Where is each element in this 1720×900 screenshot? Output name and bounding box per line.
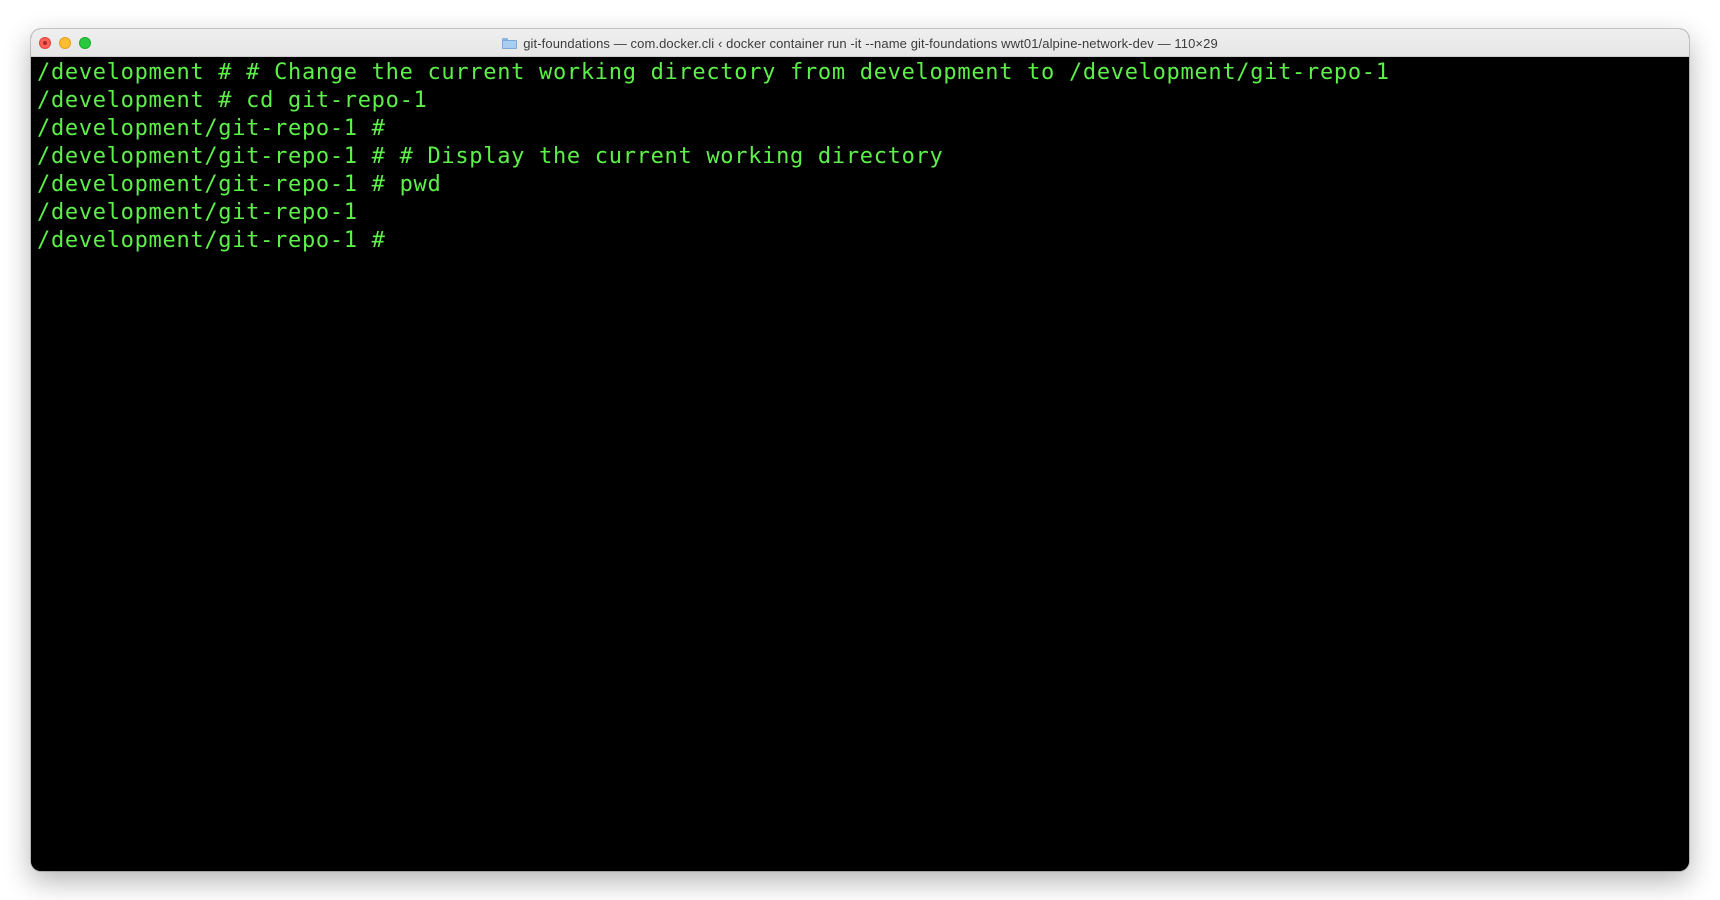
terminal-line: /development/git-repo-1 # <box>37 116 386 141</box>
terminal-prompt-line[interactable]: /development/git-repo-1 # <box>37 227 1689 255</box>
terminal-line: /development # cd git-repo-1 <box>37 88 428 113</box>
folder-icon <box>502 38 518 49</box>
terminal-line: /development # # Change the current work… <box>37 60 1390 85</box>
terminal-output[interactable]: /development # # Change the current work… <box>31 57 1689 871</box>
terminal-line: /development/git-repo-1 # pwd <box>37 172 442 197</box>
close-window-button[interactable] <box>39 37 51 49</box>
terminal-line: /development/git-repo-1 <box>37 200 358 225</box>
terminal-window: git-foundations — com.docker.cli ‹ docke… <box>31 29 1689 871</box>
zoom-window-button[interactable] <box>79 37 91 49</box>
title-bar[interactable]: git-foundations — com.docker.cli ‹ docke… <box>31 29 1689 57</box>
window-title: git-foundations — com.docker.cli ‹ docke… <box>523 35 1218 51</box>
terminal-line: /development/git-repo-1 # # Display the … <box>37 144 944 169</box>
minimize-window-button[interactable] <box>59 37 71 49</box>
